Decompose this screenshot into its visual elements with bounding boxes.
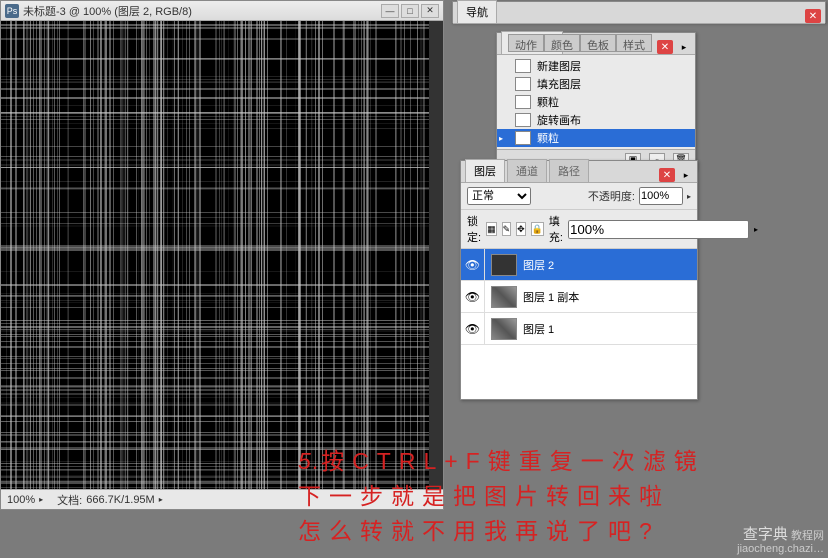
layers-controls: 正常 不透明度: ▸: [461, 183, 697, 210]
layer-row[interactable]: 👁 图层 2: [461, 249, 697, 281]
layer-row[interactable]: 👁 图层 1 副本: [461, 281, 697, 313]
minimize-button[interactable]: —: [381, 4, 399, 18]
fill-input[interactable]: [568, 220, 749, 239]
history-step-icon: [515, 131, 531, 145]
document-title: 未标题-3 @ 100% (图层 2, RGB/8): [23, 3, 192, 19]
layer-thumbnail: [491, 318, 517, 340]
lock-move-icon[interactable]: ✥: [516, 222, 526, 236]
tab-layers[interactable]: 图层: [465, 159, 505, 182]
visibility-icon[interactable]: 👁: [461, 313, 485, 345]
layer-name: 图层 1 副本: [523, 289, 579, 305]
lock-all-icon[interactable]: 🔒: [531, 222, 544, 236]
opacity-input[interactable]: [639, 187, 683, 205]
document-window: Ps 未标题-3 @ 100% (图层 2, RGB/8) — □ ✕ 100%…: [0, 0, 444, 510]
history-item[interactable]: 颗粒: [497, 93, 695, 111]
fill-label: 填充:: [549, 213, 563, 245]
lock-label: 锁定:: [467, 213, 481, 245]
tab-actions[interactable]: 动作: [508, 34, 544, 52]
navigator-palette: 导航 ✕: [452, 1, 826, 23]
history-item[interactable]: ▸颗粒: [497, 129, 695, 147]
palette-close-button[interactable]: ✕: [805, 9, 821, 23]
lock-brush-icon[interactable]: ✎: [502, 222, 512, 236]
tab-paths[interactable]: 路径: [549, 159, 589, 182]
history-step-icon: [515, 59, 531, 73]
watermark: 查字典 教程网 jiaocheng.chazi…: [737, 528, 824, 556]
history-list: 新建图层填充图层颗粒旋转画布▸颗粒: [497, 55, 695, 149]
layers-palette: 图层 通道 路径 ✕ ▸ 正常 不透明度: ▸ 锁定: ▦ ✎ ✥ 🔒 填充: …: [460, 160, 698, 400]
layer-list: 👁 图层 2 👁 图层 1 副本 👁 图层 1: [461, 249, 697, 399]
layer-name: 图层 1: [523, 321, 554, 337]
palette-menu-icon[interactable]: ▸: [679, 168, 693, 182]
tab-color[interactable]: 颜色: [544, 34, 580, 52]
blend-mode-select[interactable]: 正常: [467, 187, 531, 205]
history-item[interactable]: 填充图层: [497, 75, 695, 93]
history-item[interactable]: 旋转画布: [497, 111, 695, 129]
history-step-icon: [515, 95, 531, 109]
zoom-level[interactable]: 100%▸: [7, 494, 43, 506]
doc-info[interactable]: 文档:666.7K/1.95M▸: [57, 492, 163, 508]
palette-close-button[interactable]: ✕: [659, 168, 675, 182]
history-step-icon: [515, 77, 531, 91]
lock-transparency-icon[interactable]: ▦: [486, 222, 497, 236]
layer-row[interactable]: 👁 图层 1: [461, 313, 697, 345]
layer-name: 图层 2: [523, 257, 554, 273]
tab-navigator[interactable]: 导航: [457, 0, 497, 23]
maximize-button[interactable]: □: [401, 4, 419, 18]
tab-styles[interactable]: 样式: [616, 34, 652, 52]
layer-thumbnail: [491, 286, 517, 308]
visibility-icon[interactable]: 👁: [461, 281, 485, 313]
chevron-right-icon[interactable]: ▸: [754, 225, 758, 234]
tab-channels[interactable]: 通道: [507, 159, 547, 182]
annotation-text: 5.按CTRL+F键重复一次滤镜 下一步就是把图片转回来啦 怎么转就不用我再说了…: [298, 444, 705, 549]
ps-icon: Ps: [5, 4, 19, 18]
canvas: [1, 21, 429, 489]
lock-row: 锁定: ▦ ✎ ✥ 🔒 填充: ▸: [461, 210, 697, 249]
opacity-label: 不透明度:: [588, 188, 635, 204]
titlebar: Ps 未标题-3 @ 100% (图层 2, RGB/8) — □ ✕: [1, 1, 443, 21]
palette-tab-row: 动作 颜色 色板 样式: [508, 34, 696, 52]
chevron-right-icon[interactable]: ▸: [687, 192, 691, 201]
tab-swatches[interactable]: 色板: [580, 34, 616, 52]
visibility-icon[interactable]: 👁: [461, 249, 485, 281]
history-item[interactable]: 新建图层: [497, 57, 695, 75]
history-step-icon: [515, 113, 531, 127]
close-button[interactable]: ✕: [421, 4, 439, 18]
layer-thumbnail: [491, 254, 517, 276]
canvas-area[interactable]: [1, 21, 443, 489]
